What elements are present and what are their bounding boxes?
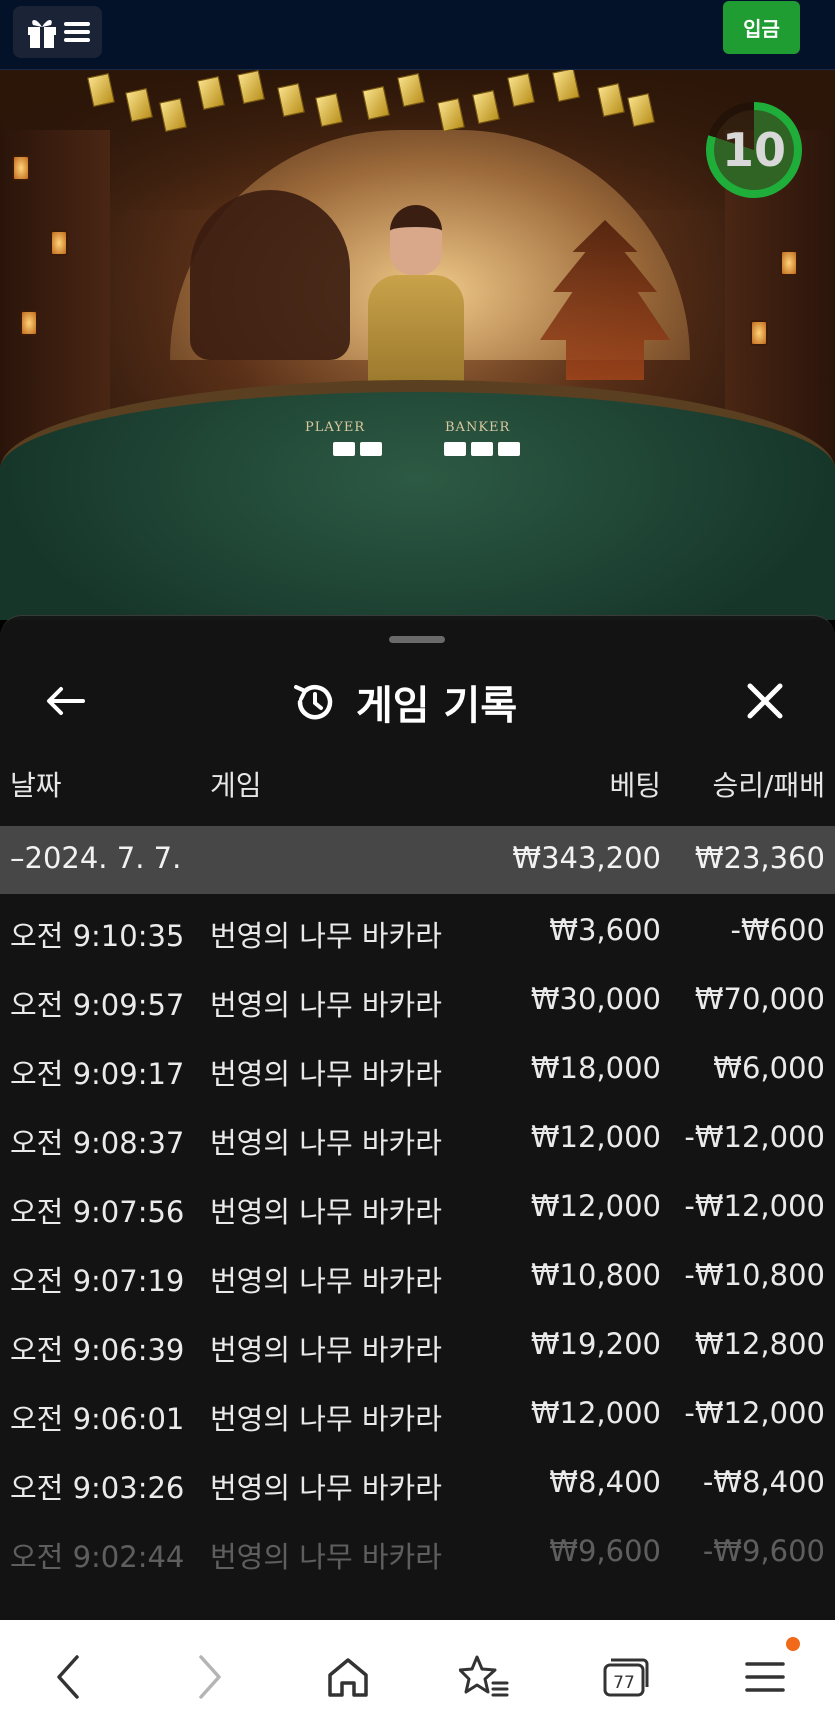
- table-row[interactable]: 오전 9:02:44 번영의 나무 바카라 ₩9,600 -₩9,600: [0, 1522, 835, 1591]
- row-time: 오전 9:06:39: [10, 1333, 185, 1367]
- table-row[interactable]: 오전 9:06:39 번영의 나무 바카라 ₩19,200 ₩12,800: [0, 1315, 835, 1384]
- row-time: 오전 9:08:37: [10, 1126, 185, 1160]
- row-bet: ₩9,600: [549, 1534, 661, 1568]
- hamburger-icon: [63, 22, 90, 42]
- row-result: -₩8,400: [702, 1465, 825, 1499]
- bookmark-star-icon: [459, 1655, 509, 1697]
- row-result: -₩12,000: [684, 1189, 825, 1223]
- table-row[interactable]: 오전 9:07:19 번영의 나무 바카라 ₩10,800 -₩10,800: [0, 1246, 835, 1315]
- row-game: 번영의 나무 바카라: [210, 1540, 442, 1574]
- row-time: 오전 9:07:19: [10, 1264, 185, 1298]
- date-group-row[interactable]: –2024. 7. 7. ₩343,200 ₩23,360: [0, 826, 835, 894]
- table-row[interactable]: 오전 9:09:57 번영의 나무 바카라 ₩30,000 ₩70,000: [0, 970, 835, 1039]
- row-result: ₩6,000: [713, 1051, 825, 1085]
- home-icon: [328, 1658, 368, 1697]
- browser-bottom-nav: 77: [0, 1620, 835, 1731]
- nav-bookmark-button[interactable]: [452, 1645, 516, 1709]
- column-date: 날짜: [10, 769, 62, 802]
- row-time: 오전 9:09:57: [10, 988, 185, 1022]
- row-bet: ₩8,400: [549, 1465, 661, 1499]
- date-group-bet-total: ₩343,200: [512, 841, 661, 875]
- drag-handle[interactable]: [389, 636, 445, 643]
- row-result: ₩70,000: [694, 982, 825, 1016]
- row-game: 번영의 나무 바카라: [210, 1195, 442, 1229]
- row-time: 오전 9:07:56: [10, 1195, 185, 1229]
- timer-value: 10: [714, 110, 794, 190]
- player-zone-label: PLAYER: [305, 420, 366, 435]
- forward-icon: [199, 1655, 221, 1699]
- notification-dot: [786, 1637, 800, 1651]
- nav-forward-button[interactable]: [178, 1645, 242, 1709]
- table-row[interactable]: 오전 9:08:37 번영의 나무 바카라 ₩12,000 -₩12,000: [0, 1108, 835, 1177]
- tabs-count: 77: [613, 1673, 635, 1693]
- row-bet: ₩19,200: [530, 1327, 661, 1361]
- row-time: 오전 9:02:44: [10, 1540, 185, 1574]
- baccarat-table: PLAYER BANKER: [0, 380, 835, 620]
- top-bar: 입금: [0, 0, 835, 70]
- row-bet: ₩10,800: [530, 1258, 661, 1292]
- row-time: 오전 9:06:01: [10, 1402, 185, 1436]
- row-time: 오전 9:09:17: [10, 1057, 185, 1091]
- row-bet: ₩30,000: [530, 982, 661, 1016]
- row-bet: ₩3,600: [549, 913, 661, 947]
- row-game: 번영의 나무 바카라: [210, 1471, 442, 1505]
- close-button[interactable]: [740, 676, 790, 726]
- date-group-label: –2024. 7. 7.: [10, 841, 182, 875]
- menu-button[interactable]: [13, 6, 102, 58]
- nav-menu-button[interactable]: [733, 1645, 797, 1709]
- row-game: 번영의 나무 바카라: [210, 919, 442, 953]
- live-dealer-video: PLAYER BANKER 10: [0, 70, 835, 620]
- table-row[interactable]: 오전 9:03:26 번영의 나무 바카라 ₩8,400 -₩8,400: [0, 1453, 835, 1522]
- table-header: 날짜 게임 베팅 승리/패배: [0, 764, 835, 808]
- nav-tabs-button[interactable]: 77: [594, 1645, 658, 1709]
- history-icon: [294, 685, 333, 720]
- date-group-result-total: ₩23,360: [694, 841, 825, 875]
- row-result: -₩10,800: [684, 1258, 825, 1292]
- back-button[interactable]: [40, 678, 90, 724]
- table-row[interactable]: 오전 9:10:35 번영의 나무 바카라 ₩3,600 -₩600: [0, 901, 835, 970]
- row-bet: ₩12,000: [530, 1120, 661, 1154]
- history-rows: 오전 9:10:35 번영의 나무 바카라 ₩3,600 -₩600 오전 9:…: [0, 901, 835, 1591]
- sheet-title: 게임 기록: [356, 683, 518, 729]
- menu-icon: [745, 1662, 785, 1692]
- row-game: 번영의 나무 바카라: [210, 988, 442, 1022]
- tabs-icon: 77: [603, 1658, 649, 1697]
- arrow-left-icon: [47, 687, 85, 715]
- row-game: 번영의 나무 바카라: [210, 1264, 442, 1298]
- row-result: ₩12,800: [694, 1327, 825, 1361]
- row-game: 번영의 나무 바카라: [210, 1333, 442, 1367]
- row-result: -₩12,000: [684, 1396, 825, 1430]
- table-row[interactable]: 오전 9:07:56 번영의 나무 바카라 ₩12,000 -₩12,000: [0, 1177, 835, 1246]
- row-game: 번영의 나무 바카라: [210, 1126, 442, 1160]
- deposit-button[interactable]: 입금: [723, 1, 800, 54]
- row-result: -₩600: [730, 913, 826, 947]
- gift-icon: [27, 20, 56, 48]
- sheet-header: 게임 기록: [0, 656, 835, 746]
- column-game: 게임: [210, 769, 262, 802]
- row-time: 오전 9:03:26: [10, 1471, 185, 1505]
- banker-zone-label: BANKER: [445, 420, 511, 435]
- row-bet: ₩18,000: [530, 1051, 661, 1085]
- nav-home-button[interactable]: [316, 1645, 380, 1709]
- row-result: -₩9,600: [702, 1534, 825, 1568]
- table-row[interactable]: 오전 9:06:01 번영의 나무 바카라 ₩12,000 -₩12,000: [0, 1384, 835, 1453]
- column-result: 승리/패배: [712, 769, 825, 802]
- game-history-sheet: 게임 기록 날짜 게임 베팅 승리/패배 –2024. 7. 7. ₩343,2…: [0, 615, 835, 1620]
- row-result: -₩12,000: [684, 1120, 825, 1154]
- row-time: 오전 9:10:35: [10, 919, 185, 953]
- nav-back-button[interactable]: [36, 1645, 100, 1709]
- row-game: 번영의 나무 바카라: [210, 1057, 442, 1091]
- column-bet: 베팅: [609, 769, 661, 802]
- back-icon: [57, 1655, 79, 1699]
- row-bet: ₩12,000: [530, 1396, 661, 1430]
- row-bet: ₩12,000: [530, 1189, 661, 1223]
- countdown-timer: 10: [706, 102, 802, 198]
- table-row[interactable]: 오전 9:09:17 번영의 나무 바카라 ₩18,000 ₩6,000: [0, 1039, 835, 1108]
- row-game: 번영의 나무 바카라: [210, 1402, 442, 1436]
- sheet-title-group: 게임 기록: [292, 674, 517, 730]
- close-icon: [747, 683, 783, 719]
